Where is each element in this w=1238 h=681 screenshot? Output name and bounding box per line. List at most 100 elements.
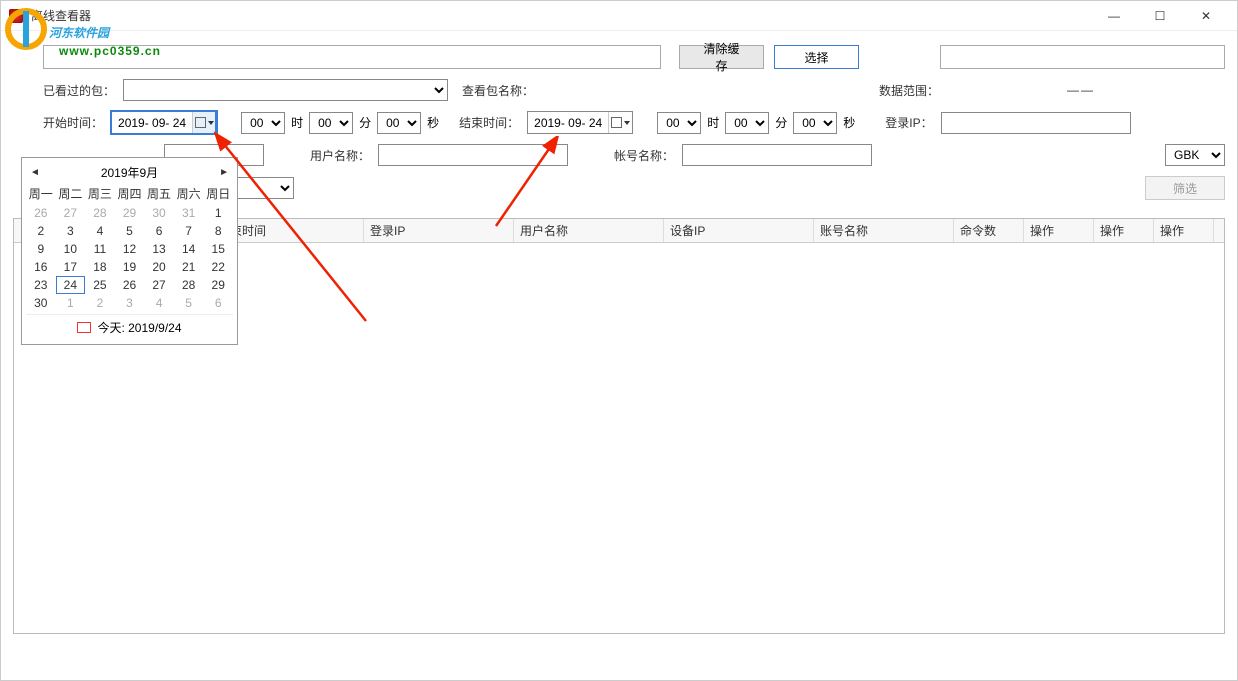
login-ip-input[interactable]	[941, 112, 1131, 134]
calendar-day[interactable]: 27	[144, 276, 174, 294]
calendar-day[interactable]: 13	[144, 240, 174, 258]
calendar-day[interactable]: 17	[56, 258, 86, 276]
calendar-day[interactable]: 1	[56, 294, 86, 312]
calendar-day[interactable]: 5	[174, 294, 204, 312]
weekday-header: 周一	[26, 183, 56, 204]
calendar-day[interactable]: 11	[85, 240, 115, 258]
account-label: 帐号名称：	[614, 147, 674, 164]
column-header[interactable]: 登录IP	[364, 219, 514, 242]
calendar-day[interactable]: 7	[174, 222, 204, 240]
calendar-day[interactable]: 21	[174, 258, 204, 276]
calendar-day[interactable]: 27	[56, 204, 86, 222]
viewed-pkg-combo[interactable]	[123, 79, 448, 101]
clear-cache-button[interactable]: 清除缓存	[679, 45, 764, 69]
user-name-label: 用户名称：	[310, 147, 370, 164]
calendar-day[interactable]: 16	[26, 258, 56, 276]
calendar-day[interactable]: 26	[115, 276, 145, 294]
calendar-day[interactable]: 28	[85, 204, 115, 222]
calendar-day[interactable]: 22	[203, 258, 233, 276]
column-header[interactable]: 命令数	[954, 219, 1024, 242]
filter-button[interactable]: 筛选	[1145, 176, 1225, 200]
start-time-label: 开始时间：	[43, 114, 103, 131]
end-date-value: 2019- 09- 24	[528, 116, 608, 130]
path-input[interactable]	[43, 45, 661, 69]
account-input[interactable]	[682, 144, 872, 166]
calendar-day[interactable]: 2	[26, 222, 56, 240]
calendar-icon[interactable]	[608, 112, 632, 133]
start-date-picker[interactable]: 2019- 09- 24	[111, 111, 217, 134]
status-box	[940, 45, 1225, 69]
hour-unit: 时	[291, 114, 303, 131]
calendar-day[interactable]: 15	[203, 240, 233, 258]
calendar-day[interactable]: 18	[85, 258, 115, 276]
calendar-day[interactable]: 30	[26, 294, 56, 312]
calendar-day[interactable]: 6	[203, 294, 233, 312]
calendar-day[interactable]: 8	[203, 222, 233, 240]
calendar-day[interactable]: 2	[85, 294, 115, 312]
calendar-day[interactable]: 10	[56, 240, 86, 258]
calendar-day[interactable]: 25	[85, 276, 115, 294]
minimize-button[interactable]: —	[1091, 1, 1137, 31]
calendar-popup: ◄ 2019年9月 ► 周一周二周三周四周五周六周日26272829303112…	[21, 157, 238, 345]
pkg-name-label: 查看包名称：	[462, 82, 534, 99]
prev-month-button[interactable]: ◄	[30, 167, 40, 178]
weekday-header: 周四	[115, 183, 145, 204]
calendar-day[interactable]: 1	[203, 204, 233, 222]
column-header[interactable]: 操作	[1154, 219, 1214, 242]
column-header[interactable]: 操作	[1024, 219, 1094, 242]
calendar-day[interactable]: 28	[174, 276, 204, 294]
calendar-day[interactable]: 6	[144, 222, 174, 240]
select-button[interactable]: 选择	[774, 45, 859, 69]
calendar-day[interactable]: 3	[115, 294, 145, 312]
today-label[interactable]: 今天: 2019/9/24	[97, 319, 181, 336]
calendar-day[interactable]: 29	[203, 276, 233, 294]
calendar-day[interactable]: 30	[144, 204, 174, 222]
start-min-combo[interactable]: 00	[309, 112, 353, 134]
calendar-day[interactable]: 3	[56, 222, 86, 240]
end-sec-combo[interactable]: 00	[793, 112, 837, 134]
calendar-day[interactable]: 31	[174, 204, 204, 222]
maximize-button[interactable]: ☐	[1137, 1, 1183, 31]
calendar-day[interactable]: 12	[115, 240, 145, 258]
calendar-month[interactable]: 2019年9月	[101, 164, 158, 181]
calendar-day[interactable]: 9	[26, 240, 56, 258]
close-button[interactable]: ✕	[1183, 1, 1229, 31]
encoding-combo[interactable]: GBK	[1165, 144, 1225, 166]
calendar-day[interactable]: 4	[144, 294, 174, 312]
calendar-day[interactable]: 20	[144, 258, 174, 276]
calendar-icon[interactable]	[192, 112, 216, 133]
start-hour-combo[interactable]: 00	[241, 112, 285, 134]
column-header[interactable]: 账号名称	[814, 219, 954, 242]
data-range-label: 数据范围：	[879, 82, 939, 99]
calendar-day[interactable]: 5	[115, 222, 145, 240]
window-title: 离线查看器	[31, 7, 91, 24]
calendar-day[interactable]: 23	[26, 276, 56, 294]
column-header[interactable]: 操作	[1094, 219, 1154, 242]
min-unit: 分	[359, 114, 371, 131]
calendar-day[interactable]: 29	[115, 204, 145, 222]
end-min-combo[interactable]: 00	[725, 112, 769, 134]
column-header[interactable]: 用户名称	[514, 219, 664, 242]
today-marker-icon	[77, 322, 91, 333]
min-unit: 分	[775, 114, 787, 131]
calendar-day[interactable]: 24	[56, 276, 86, 294]
weekday-header: 周三	[85, 183, 115, 204]
viewed-pkg-label: 已看过的包：	[43, 82, 115, 99]
column-header[interactable]: 设备IP	[664, 219, 814, 242]
hour-unit: 时	[707, 114, 719, 131]
calendar-day[interactable]: 14	[174, 240, 204, 258]
weekday-header: 周二	[56, 183, 86, 204]
end-date-picker[interactable]: 2019- 09- 24	[527, 111, 633, 134]
login-ip-label: 登录IP：	[885, 114, 932, 131]
sec-unit: 秒	[843, 114, 855, 131]
calendar-day[interactable]: 19	[115, 258, 145, 276]
end-hour-combo[interactable]: 00	[657, 112, 701, 134]
app-icon	[9, 9, 23, 23]
start-sec-combo[interactable]: 00	[377, 112, 421, 134]
column-header[interactable]: 束时间	[224, 219, 364, 242]
start-date-value: 2019- 09- 24	[112, 116, 192, 130]
next-month-button[interactable]: ►	[219, 167, 229, 178]
calendar-day[interactable]: 4	[85, 222, 115, 240]
user-name-input[interactable]	[378, 144, 568, 166]
calendar-day[interactable]: 26	[26, 204, 56, 222]
